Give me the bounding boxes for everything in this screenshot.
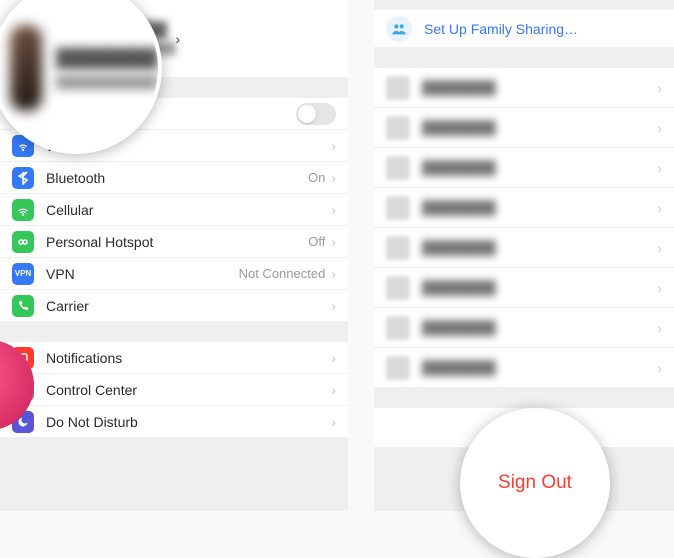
profile-subtitle-large: ████████████ (56, 75, 158, 89)
device-label: ████████ (422, 160, 496, 175)
device-row[interactable]: ████████ › (374, 228, 674, 268)
control-center-label: Control Center (46, 382, 331, 398)
chevron-right-icon: › (657, 360, 662, 376)
device-icon (386, 196, 410, 220)
device-row[interactable]: ████████ › (374, 188, 674, 228)
notifications-row[interactable]: Notifications › (0, 342, 348, 374)
family-icon (386, 16, 412, 42)
carrier-label: Carrier (46, 298, 331, 314)
device-icon (386, 276, 410, 300)
notifications-label: Notifications (46, 350, 331, 366)
chevron-right-icon: › (657, 160, 662, 176)
device-row[interactable]: ████████ › (374, 68, 674, 108)
chevron-right-icon: › (331, 138, 336, 154)
device-icon (386, 316, 410, 340)
profile-name-large: ████████ (56, 48, 158, 69)
device-row[interactable]: ████████ › (374, 268, 674, 308)
cellular-icon (12, 199, 34, 221)
chevron-right-icon: › (331, 266, 336, 282)
chevron-right-icon: › (331, 414, 336, 430)
device-label: ████████ (422, 280, 496, 295)
cellular-label: Cellular (46, 202, 331, 218)
device-label: ████████ (422, 240, 496, 255)
section-gap (0, 322, 348, 342)
chevron-right-icon: › (657, 80, 662, 96)
hotspot-label: Personal Hotspot (46, 234, 308, 250)
magnifier-signout: Sign Out (460, 408, 610, 558)
hotspot-row[interactable]: Personal Hotspot Off › (0, 226, 348, 258)
section-gap (374, 0, 674, 10)
airplane-toggle[interactable] (296, 103, 336, 125)
chevron-right-icon: › (331, 350, 336, 366)
device-icon (386, 356, 410, 380)
dnd-label: Do Not Disturb (46, 414, 331, 430)
vpn-icon: VPN (12, 263, 34, 285)
device-label: ████████ (422, 360, 496, 375)
chevron-right-icon: › (331, 382, 336, 398)
chevron-right-icon: › (657, 240, 662, 256)
vpn-label: VPN (46, 266, 239, 282)
device-row[interactable]: ████████ › (374, 148, 674, 188)
control-center-row[interactable]: Control Center › (0, 374, 348, 406)
device-icon (386, 116, 410, 140)
chevron-right-icon: › (657, 120, 662, 136)
device-label: ████████ (422, 80, 496, 95)
chevron-right-icon: › (176, 31, 181, 47)
section-gap (374, 388, 674, 408)
device-label: ████████ (422, 120, 496, 135)
bluetooth-value: On (308, 170, 325, 185)
device-icon (386, 76, 410, 100)
chevron-right-icon: › (331, 170, 336, 186)
device-icon (386, 156, 410, 180)
chevron-right-icon: › (657, 280, 662, 296)
cellular-row[interactable]: Cellular › (0, 194, 348, 226)
hotspot-value: Off (308, 234, 325, 249)
bluetooth-row[interactable]: Bluetooth On › (0, 162, 348, 194)
bluetooth-label: Bluetooth (46, 170, 308, 186)
devices-list: ████████›████████›████████›████████›████… (374, 68, 674, 388)
chevron-right-icon: › (331, 202, 336, 218)
device-row[interactable]: ████████ › (374, 308, 674, 348)
chevron-right-icon: › (331, 234, 336, 250)
chevron-right-icon: › (657, 200, 662, 216)
sign-out-label-large: Sign Out (498, 472, 572, 494)
family-sharing-label: Set Up Family Sharing… (424, 21, 578, 37)
carrier-icon (12, 295, 34, 317)
vpn-value: Not Connected (239, 266, 326, 281)
chevron-right-icon: › (331, 298, 336, 314)
hotspot-icon (12, 231, 34, 253)
device-label: ████████ (422, 200, 496, 215)
carrier-row[interactable]: Carrier › (0, 290, 348, 322)
vpn-row[interactable]: VPN VPN Not Connected › (0, 258, 348, 290)
chevron-right-icon: › (657, 320, 662, 336)
section-gap (374, 48, 674, 68)
device-icon (386, 236, 410, 260)
dnd-row[interactable]: Do Not Disturb › (0, 406, 348, 438)
bluetooth-icon (12, 167, 34, 189)
device-row[interactable]: ████████ › (374, 108, 674, 148)
device-row[interactable]: ████████ › (374, 348, 674, 388)
device-label: ████████ (422, 320, 496, 335)
avatar-large (10, 25, 42, 111)
family-sharing-row[interactable]: Set Up Family Sharing… (374, 10, 674, 48)
